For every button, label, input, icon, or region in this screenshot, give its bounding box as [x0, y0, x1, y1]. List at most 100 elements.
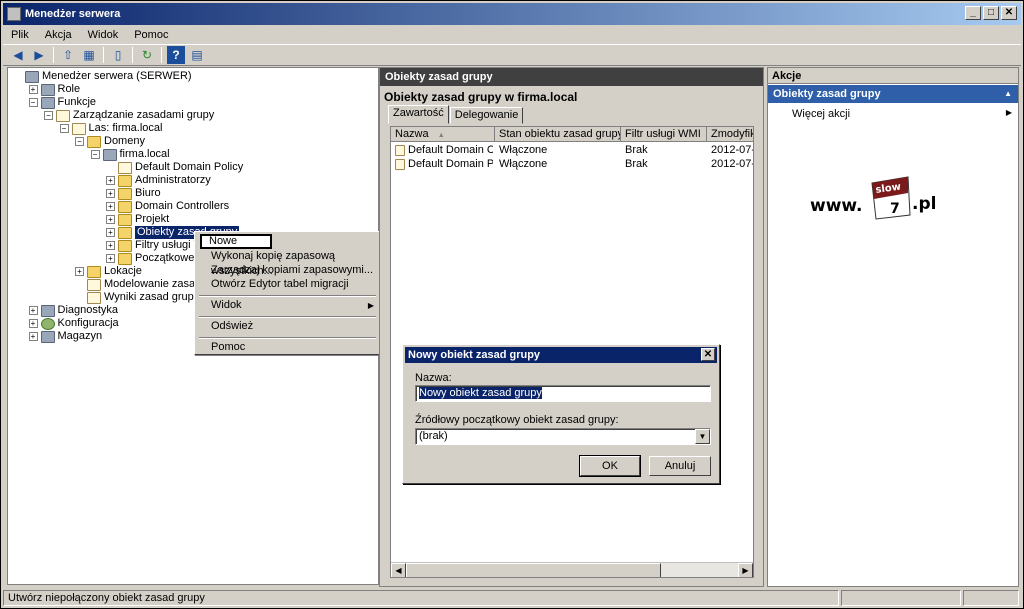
- status-panel: [963, 590, 1019, 606]
- context-refresh[interactable]: Odśwież: [197, 319, 378, 334]
- results-title: Obiekty zasad grupy w firma.local: [384, 90, 578, 104]
- tree-item-label: Wyniki zasad grupy: [104, 291, 200, 303]
- help-icon[interactable]: ?: [167, 46, 185, 64]
- name-field[interactable]: Nowy obiekt zasad grupy: [415, 385, 711, 402]
- column-wmi[interactable]: Filtr usługi WMI: [621, 127, 707, 142]
- column-modified[interactable]: Zmodyfiko: [707, 127, 753, 142]
- table-row[interactable]: Default Domain Co... Włączone Brak 2012-…: [391, 144, 753, 157]
- tree-item[interactable]: − Las: firma.local: [59, 122, 162, 135]
- expand-icon[interactable]: +: [28, 85, 38, 94]
- policy-icon: [87, 291, 101, 304]
- collapse-icon[interactable]: −: [28, 98, 38, 107]
- forward-icon[interactable]: ▶: [30, 46, 48, 64]
- policy-icon: [71, 122, 86, 135]
- tree-item[interactable]: + Role: [28, 83, 80, 96]
- tree-item[interactable]: + Lokacje: [75, 265, 142, 278]
- collapse-icon[interactable]: −: [90, 150, 100, 159]
- horizontal-scrollbar[interactable]: ◀ ▶: [391, 562, 753, 577]
- dialog-close-button[interactable]: ✕: [701, 348, 715, 361]
- up-icon[interactable]: ⇧: [59, 46, 77, 64]
- close-button[interactable]: ✕: [1001, 6, 1017, 20]
- expand-icon[interactable]: +: [106, 241, 115, 250]
- tab-contents[interactable]: Zawartość: [388, 105, 449, 124]
- back-icon[interactable]: ◀: [9, 46, 27, 64]
- column-name[interactable]: Nazwa ▲: [391, 127, 495, 142]
- context-separator: [199, 316, 376, 318]
- menu-help[interactable]: Pomoc: [134, 29, 168, 41]
- folder-icon: [118, 226, 132, 239]
- gpo-icon: [395, 144, 405, 156]
- context-help[interactable]: Pomoc: [197, 340, 378, 355]
- tree-item[interactable]: + Magazyn: [28, 330, 102, 343]
- tree-item[interactable]: − firma.local: [90, 148, 170, 161]
- collapse-icon[interactable]: ▲: [1004, 85, 1012, 103]
- tree-item[interactable]: + Biuro: [106, 187, 161, 200]
- context-migration-editor[interactable]: Otwórz Edytor tabel migracji: [197, 277, 378, 292]
- scroll-right-icon[interactable]: ▶: [738, 563, 753, 577]
- refresh-icon[interactable]: ↻: [138, 46, 156, 64]
- tree-item-label: Menedżer serwera (SERWER): [42, 70, 192, 82]
- submenu-arrow-icon: ▶: [367, 301, 374, 310]
- actions-section[interactable]: Obiekty zasad grupy ▲: [768, 85, 1018, 103]
- context-new[interactable]: Nowe: [200, 234, 272, 249]
- window-title: Menedżer serwera: [25, 8, 121, 20]
- row-modified: 2012-07-0: [711, 144, 753, 156]
- maximize-button[interactable]: □: [983, 6, 999, 20]
- menu-action[interactable]: Akcja: [45, 29, 72, 41]
- policy-icon: [87, 278, 101, 291]
- dropdown-arrow-icon[interactable]: ▼: [695, 429, 710, 444]
- tree-item[interactable]: Wyniki zasad grupy: [75, 291, 199, 304]
- scroll-left-icon[interactable]: ◀: [391, 563, 406, 577]
- context-manage-backups[interactable]: Zarządzaj kopiami zapasowymi...: [197, 263, 378, 278]
- context-backup-all[interactable]: Wykonaj kopię zapasową wszystkich...: [197, 249, 378, 277]
- tree-item[interactable]: + Projekt: [106, 213, 169, 226]
- expand-icon[interactable]: +: [75, 267, 84, 276]
- tree-item[interactable]: + Administratorzy: [106, 174, 211, 187]
- context-separator: [199, 295, 376, 297]
- menu-file[interactable]: Plik: [11, 29, 29, 41]
- minimize-button[interactable]: _: [965, 6, 981, 20]
- context-view[interactable]: Widok ▶: [197, 298, 378, 313]
- expand-icon[interactable]: +: [106, 215, 115, 224]
- expand-icon[interactable]: +: [106, 254, 115, 263]
- properties-icon[interactable]: ▤: [188, 46, 206, 64]
- toolbar-separator: [103, 47, 104, 63]
- context-separator: [199, 337, 376, 339]
- actions-header: Akcje: [768, 68, 1018, 84]
- tree-item[interactable]: − Domeny: [75, 135, 145, 148]
- collapse-icon[interactable]: −: [59, 124, 69, 133]
- folder-icon: [118, 213, 132, 226]
- more-actions[interactable]: Więcej akcji ▶: [792, 108, 1012, 120]
- tree-item[interactable]: + Konfiguracja: [28, 317, 119, 330]
- ok-button[interactable]: OK: [579, 455, 641, 477]
- show-hide-tree-icon[interactable]: ▦: [80, 46, 98, 64]
- clipboard-icon[interactable]: ▯: [109, 46, 127, 64]
- watermark-logo: slow 7 www. .pl: [810, 176, 936, 220]
- table-row[interactable]: Default Domain Poli... Włączone Brak 201…: [391, 158, 753, 171]
- expand-icon[interactable]: +: [28, 319, 38, 328]
- tree-item[interactable]: − Funkcje: [28, 96, 96, 109]
- tree-item[interactable]: Menedżer serwera (SERWER): [13, 70, 192, 83]
- expand-icon[interactable]: +: [106, 189, 115, 198]
- collapse-icon[interactable]: −: [75, 137, 84, 146]
- tree-item[interactable]: + Domain Controllers: [106, 200, 229, 213]
- logo-right: .pl: [912, 194, 936, 214]
- expand-icon[interactable]: +: [106, 228, 115, 237]
- expand-icon[interactable]: +: [106, 202, 115, 211]
- expand-icon[interactable]: +: [28, 306, 38, 315]
- sort-ascending-icon: ▲: [437, 132, 445, 139]
- dialog-title: Nowy obiekt zasad grupy: [408, 349, 541, 361]
- tree-item[interactable]: + Diagnostyka: [28, 304, 118, 317]
- scrollbar-thumb[interactable]: [406, 563, 661, 577]
- collapse-icon[interactable]: −: [44, 111, 53, 120]
- cancel-button[interactable]: Anuluj: [649, 456, 711, 476]
- tree-item[interactable]: Default Domain Policy: [106, 161, 243, 174]
- menu-view[interactable]: Widok: [88, 29, 119, 41]
- expand-icon[interactable]: +: [28, 332, 38, 341]
- tab-delegation[interactable]: Delegowanie: [449, 107, 524, 124]
- source-select[interactable]: (brak) ▼: [415, 428, 711, 445]
- expand-icon[interactable]: +: [106, 176, 115, 185]
- tree-item[interactable]: − Zarządzanie zasadami grupy: [44, 109, 214, 122]
- column-status[interactable]: Stan obiektu zasad grupy: [495, 127, 621, 142]
- logo-num: 7: [890, 201, 900, 217]
